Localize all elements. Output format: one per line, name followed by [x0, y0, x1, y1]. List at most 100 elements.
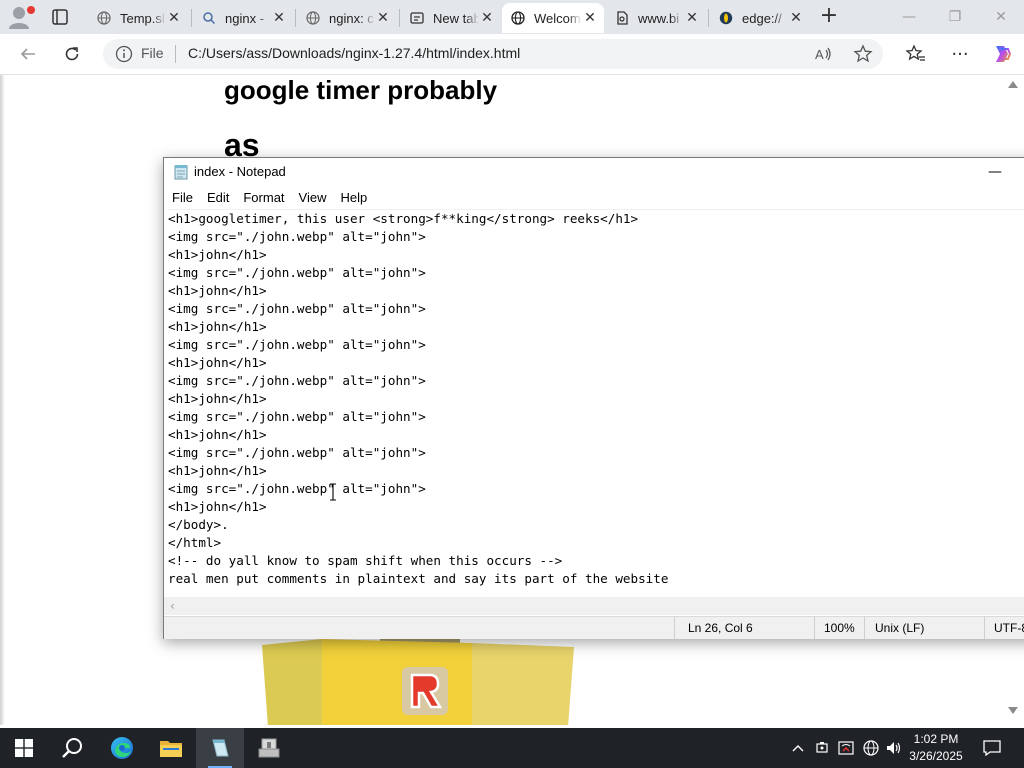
tab-actions-icon[interactable]	[46, 6, 74, 28]
close-icon[interactable]: ✕	[375, 10, 391, 26]
text-line: <img src="./john.webp" alt="john">	[168, 337, 426, 352]
tab-label: nginx: c	[329, 10, 374, 26]
notepad-minimize-button[interactable]: —	[984, 161, 1006, 183]
scroll-left-icon[interactable]: ‹	[170, 599, 175, 613]
profile-avatar-icon[interactable]	[6, 4, 36, 30]
tray-device-icon[interactable]	[812, 728, 832, 768]
browser-toolbar: File C:/Users/ass/Downloads/nginx-1.27.4…	[0, 34, 1024, 75]
scheme-label: File	[141, 45, 164, 61]
app-icon[interactable]	[245, 728, 293, 768]
close-icon[interactable]: ✕	[166, 10, 182, 26]
browser-tab-strip: Temp.sl ✕ nginx - ✕ nginx: c ✕ New tab ✕…	[0, 0, 1024, 34]
text-line: <img src="./john.webp" alt="john">	[168, 481, 426, 496]
browser-tab[interactable]: nginx: c ✕	[297, 3, 397, 33]
newtab-icon	[409, 10, 425, 26]
browser-tab-active[interactable]: Welcom ✕	[502, 3, 604, 33]
text-line: <h1>john</h1>	[168, 247, 267, 262]
notifications-icon[interactable]	[978, 728, 1006, 768]
text-line: <img src="./john.webp" alt="john">	[168, 373, 426, 388]
search-icon	[201, 10, 217, 26]
browser-tab[interactable]: www.bi ✕	[606, 3, 706, 33]
notepad-taskbar-icon[interactable]	[196, 728, 244, 768]
line-ending: Unix (LF)	[875, 621, 925, 635]
browser-tab[interactable]: edge:// ✕	[710, 3, 810, 33]
close-icon[interactable]: ✕	[684, 10, 700, 26]
text-line: </html>	[168, 535, 222, 550]
status-divider	[674, 617, 675, 639]
address-bar[interactable]: File C:/Users/ass/Downloads/nginx-1.27.4…	[103, 39, 883, 69]
notepad-title-bar[interactable]: index - Notepad —	[164, 158, 1024, 186]
menu-help[interactable]: Help	[332, 190, 373, 205]
browser-tab[interactable]: nginx - ✕	[193, 3, 293, 33]
tab-label: Welcom	[534, 10, 581, 26]
text-line: real men put comments in plaintext and s…	[168, 571, 669, 586]
menu-view[interactable]: View	[291, 190, 333, 205]
menu-file[interactable]: File	[164, 190, 199, 205]
text-line: <h1>john</h1>	[168, 499, 267, 514]
tab-label: nginx -	[225, 10, 265, 26]
tab-divider	[295, 9, 296, 27]
address-divider	[175, 45, 176, 63]
network-globe-icon[interactable]	[860, 728, 882, 768]
text-line: <img src="./john.webp" alt="john">	[168, 265, 426, 280]
text-line: <h1>john</h1>	[168, 463, 267, 478]
tab-label: www.bi	[638, 10, 680, 26]
tray-media-icon[interactable]	[836, 728, 856, 768]
show-hidden-icons-icon[interactable]	[788, 728, 808, 768]
page-heading: google timer probably	[224, 75, 498, 105]
back-button[interactable]	[14, 40, 42, 68]
volume-icon[interactable]	[884, 728, 904, 768]
notepad-status-bar: Ln 26, Col 6 100% Unix (LF) UTF-8	[164, 616, 1024, 639]
minimize-button[interactable]: —	[887, 5, 931, 29]
text-line: <img src="./john.webp" alt="john">	[168, 229, 426, 244]
info-icon[interactable]	[115, 45, 133, 63]
browser-tab[interactable]: Temp.sl ✕	[88, 3, 188, 33]
tab-divider	[191, 9, 192, 27]
close-icon[interactable]: ✕	[479, 10, 495, 26]
close-icon[interactable]: ✕	[582, 10, 598, 26]
browser-tab[interactable]: New tab ✕	[401, 3, 501, 33]
edge-settings-icon	[718, 10, 734, 26]
notepad-window[interactable]: index - Notepad — File Edit Format View …	[163, 157, 1024, 639]
read-aloud-icon[interactable]: A	[813, 44, 833, 64]
tab-label: edge://	[742, 10, 782, 26]
svg-text:A: A	[815, 47, 824, 62]
status-divider	[864, 617, 865, 639]
text-line: <h1>john</h1>	[168, 319, 267, 334]
horizontal-scrollbar[interactable]: ‹	[164, 597, 1024, 615]
page-edge	[0, 75, 5, 725]
favorite-star-icon[interactable]	[853, 44, 873, 64]
url-text[interactable]: C:/Users/ass/Downloads/nginx-1.27.4/html…	[188, 45, 520, 61]
globe-icon	[96, 10, 112, 26]
more-options-icon[interactable]: ···	[946, 40, 974, 68]
clock-date[interactable]: 3/26/2025	[906, 749, 966, 763]
john-image	[262, 635, 578, 725]
status-divider	[984, 617, 985, 639]
edge-icon[interactable]	[98, 728, 146, 768]
refresh-button[interactable]	[58, 40, 86, 68]
restore-button[interactable]: ❐	[933, 5, 977, 29]
new-tab-button[interactable]: +	[817, 5, 841, 29]
encoding: UTF-8	[994, 621, 1024, 635]
menu-edit[interactable]: Edit	[199, 190, 235, 205]
close-icon[interactable]: ✕	[271, 10, 287, 26]
taskbar-search-icon[interactable]	[48, 728, 96, 768]
text-line: <!-- do yall know to spam shift when thi…	[168, 553, 563, 568]
clock-time[interactable]: 1:02 PM	[906, 732, 966, 746]
scroll-down-icon[interactable]	[1008, 707, 1018, 714]
copilot-icon[interactable]	[988, 40, 1016, 68]
windows-start-icon[interactable]	[0, 728, 48, 768]
notepad-text-area[interactable]: <h1>googletimer, this user <strong>f**ki…	[168, 209, 1024, 602]
text-cursor-icon	[330, 483, 336, 501]
close-window-button[interactable]: ✕	[979, 5, 1023, 29]
text-line: <img src="./john.webp" alt="john">	[168, 409, 426, 424]
close-icon[interactable]: ✕	[788, 10, 804, 26]
text-line: </body>.	[168, 517, 229, 532]
favorites-icon[interactable]	[902, 40, 930, 68]
text-line: <img src="./john.webp" alt="john">	[168, 445, 426, 460]
menu-format[interactable]: Format	[235, 190, 290, 205]
scroll-up-icon[interactable]	[1008, 81, 1018, 88]
cursor-position: Ln 26, Col 6	[688, 621, 753, 635]
file-explorer-icon[interactable]	[147, 728, 195, 768]
globe-icon	[510, 10, 526, 26]
